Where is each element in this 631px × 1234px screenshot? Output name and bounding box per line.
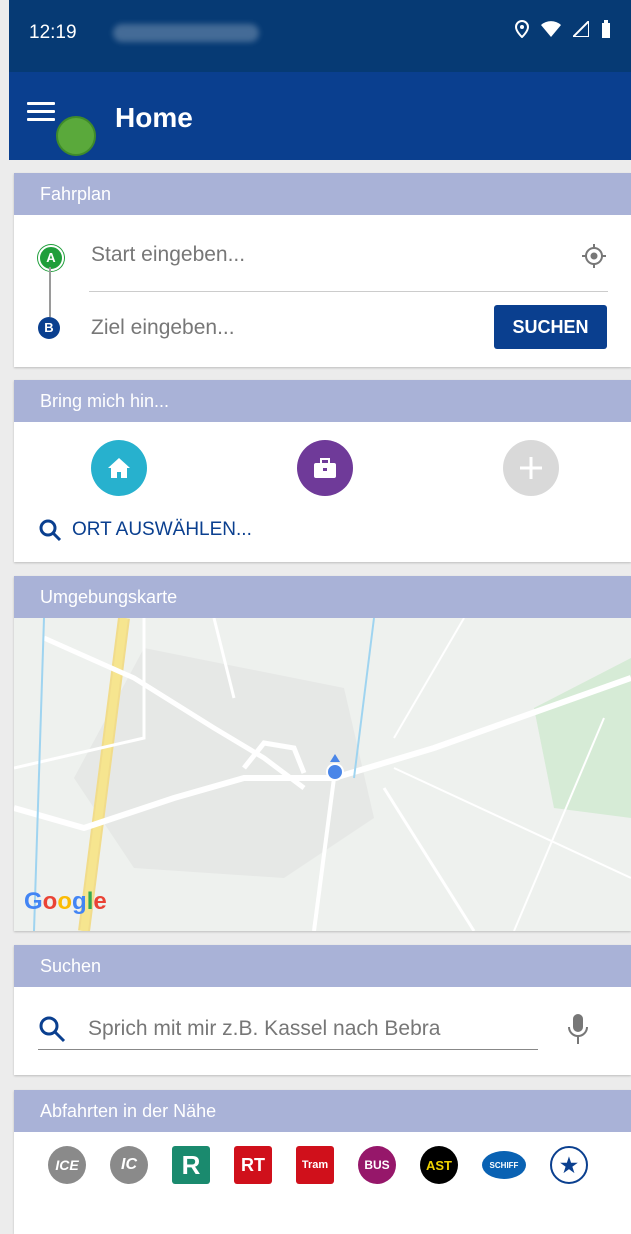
location-icon bbox=[515, 20, 529, 38]
blurred-notification bbox=[113, 24, 259, 42]
select-place-button[interactable]: ORT AUSWÄHLEN... bbox=[38, 518, 252, 542]
start-input[interactable]: Start eingeben... bbox=[91, 243, 245, 267]
ast-icon[interactable]: AST bbox=[420, 1146, 458, 1184]
bring-me-header: Bring mich hin... bbox=[14, 380, 631, 422]
tram-icon[interactable]: Tram bbox=[296, 1146, 334, 1184]
home-place-button[interactable] bbox=[91, 440, 147, 496]
ic-icon[interactable]: IC bbox=[110, 1146, 148, 1184]
route-line bbox=[49, 267, 51, 317]
regiotram-icon[interactable]: RT bbox=[234, 1146, 272, 1184]
search-card: Suchen Sprich mit mir z.B. Kassel nach B… bbox=[14, 945, 631, 1075]
my-location-icon[interactable] bbox=[581, 243, 607, 269]
departures-header: Abfahrten in der Nähe bbox=[14, 1090, 631, 1132]
departures-card: Abfahrten in der Nähe ICE IC R RT Tram B… bbox=[14, 1090, 631, 1234]
route-pins: A B bbox=[38, 237, 64, 357]
ship-icon[interactable]: SCHIFF bbox=[482, 1151, 526, 1179]
add-place-button[interactable] bbox=[503, 440, 559, 496]
home-icon bbox=[108, 458, 130, 478]
destination-pin-icon: B bbox=[38, 317, 60, 339]
search-underline bbox=[38, 1049, 538, 1050]
map-header: Umgebungskarte bbox=[14, 576, 631, 618]
bring-me-card: Bring mich hin... ORT AUSWÄHLEN... bbox=[14, 380, 631, 562]
fahrplan-header: Fahrplan bbox=[14, 173, 631, 215]
ice-icon[interactable]: ICE bbox=[48, 1146, 86, 1184]
briefcase-icon bbox=[314, 458, 336, 478]
start-pin-icon: A bbox=[38, 245, 64, 271]
regional-train-icon[interactable]: R bbox=[172, 1146, 210, 1184]
page-title: Home bbox=[115, 102, 193, 133]
destination-input[interactable]: Ziel eingeben... bbox=[91, 316, 235, 340]
map-graphic bbox=[14, 617, 631, 931]
touch-indicator bbox=[56, 116, 96, 156]
signal-icon bbox=[573, 21, 589, 37]
status-time: 12:19 bbox=[29, 22, 77, 43]
search-header: Suchen bbox=[14, 945, 631, 987]
select-place-label: ORT AUSWÄHLEN... bbox=[72, 519, 252, 540]
voice-search-input[interactable]: Sprich mit mir z.B. Kassel nach Bebra bbox=[88, 1017, 440, 1041]
google-logo: Google bbox=[24, 888, 107, 915]
battery-icon bbox=[602, 20, 610, 38]
wifi-icon bbox=[541, 21, 561, 37]
microphone-icon[interactable] bbox=[568, 1013, 588, 1045]
app-bar: Home bbox=[9, 72, 631, 160]
favorite-star-icon[interactable]: ★ bbox=[550, 1146, 588, 1184]
fahrplan-card: Fahrplan A B Start eingeben... Ziel eing… bbox=[14, 173, 631, 367]
search-button[interactable]: SUCHEN bbox=[494, 305, 607, 349]
transport-mode-list: ICE IC R RT Tram BUS AST SCHIFF ★ bbox=[48, 1136, 588, 1194]
search-icon bbox=[39, 1016, 66, 1043]
plus-icon bbox=[520, 457, 542, 479]
input-divider bbox=[89, 291, 608, 292]
status-icons bbox=[515, 20, 611, 38]
search-icon bbox=[39, 519, 62, 542]
current-location-icon bbox=[326, 754, 344, 781]
surrounding-map[interactable]: Google bbox=[14, 617, 631, 931]
work-place-button[interactable] bbox=[297, 440, 353, 496]
map-card: Umgebungskarte Google bbox=[14, 576, 631, 931]
bus-icon[interactable]: BUS bbox=[358, 1146, 396, 1184]
status-bar: 12:19 bbox=[9, 0, 631, 72]
